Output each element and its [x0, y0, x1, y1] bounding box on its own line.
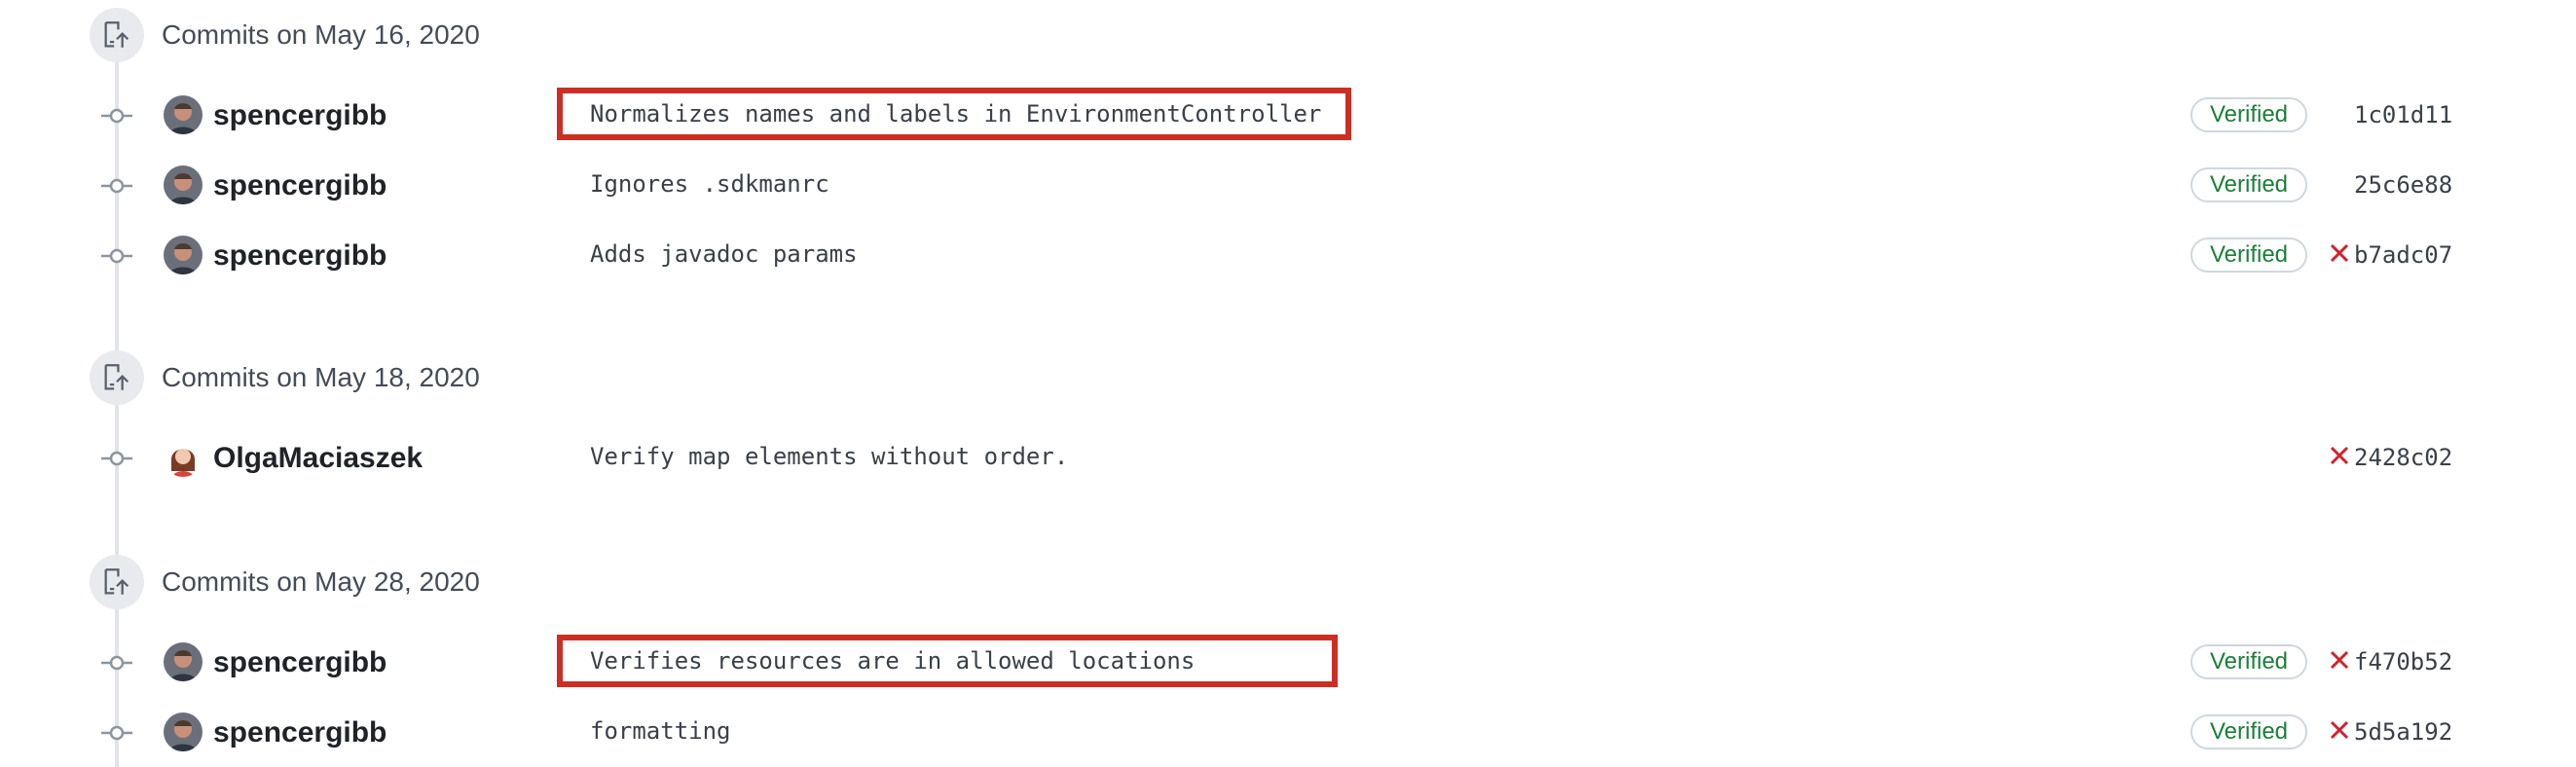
verified-badge[interactable]: Verified — [2190, 167, 2307, 202]
avatar[interactable] — [164, 438, 202, 477]
group-title: Commits on May 16, 2020 — [162, 19, 480, 50]
commit-message-box: Ignores .sdkmanrc — [557, 158, 855, 210]
verified-badge[interactable]: Verified — [2190, 714, 2307, 749]
avatar[interactable] — [164, 712, 202, 751]
commit-author-link[interactable]: spencergibb — [213, 169, 386, 202]
commit-message-link[interactable]: Normalizes names and labels in Environme… — [590, 100, 1321, 128]
commit-message-link[interactable]: Adds javadoc params — [590, 240, 858, 268]
git-commit-icon — [101, 108, 132, 124]
verified-badge[interactable]: Verified — [2190, 644, 2307, 679]
avatar[interactable] — [164, 236, 202, 274]
avatar[interactable] — [164, 165, 202, 204]
commit-group-header: Commits on May 18, 2020 — [90, 350, 480, 405]
commit-push-icon — [90, 350, 144, 405]
commit-message-highlight: Normalizes names and labels in Environme… — [557, 88, 1351, 140]
commit-group-header: Commits on May 28, 2020 — [90, 555, 480, 609]
commit-sha-link[interactable]: 25c6e88 — [2354, 171, 2452, 199]
commit-message-link[interactable]: Verify map elements without order. — [590, 443, 1068, 470]
commit-row: spencergibb Ignores .sdkmanrc Verified 2… — [0, 158, 2576, 214]
commit-sha-link[interactable]: f470b52 — [2354, 648, 2452, 676]
commit-row: spencergibb formatting Verified 5d5a192 — [0, 705, 2576, 761]
commit-author-link[interactable]: spencergibb — [213, 716, 386, 749]
x-icon[interactable] — [2327, 714, 2352, 746]
commit-push-icon — [90, 8, 144, 62]
group-title: Commits on May 18, 2020 — [162, 362, 480, 392]
commit-message-box: formatting — [557, 705, 756, 757]
commit-row: spencergibb Normalizes names and labels … — [0, 88, 2576, 144]
commit-author-link[interactable]: spencergibb — [213, 239, 386, 273]
group-title: Commits on May 28, 2020 — [162, 566, 480, 597]
commit-message-link[interactable]: Verifies resources are in allowed locati… — [590, 647, 1195, 675]
commit-group-header: Commits on May 16, 2020 — [90, 8, 480, 62]
commit-row: spencergibb Adds javadoc params Verified… — [0, 228, 2576, 284]
verified-badge[interactable]: Verified — [2190, 237, 2307, 273]
avatar[interactable] — [164, 95, 202, 134]
git-commit-icon — [101, 725, 132, 741]
x-icon[interactable] — [2327, 440, 2352, 471]
commit-message-box: Verify map elements without order. — [557, 430, 1093, 483]
avatar[interactable] — [164, 642, 202, 681]
commit-message-link[interactable]: formatting — [590, 717, 731, 745]
commit-sha-link[interactable]: 2428c02 — [2354, 444, 2452, 471]
commit-sha-link[interactable]: 5d5a192 — [2354, 718, 2452, 746]
git-commit-icon — [101, 178, 132, 194]
commit-row: OlgaMaciaszek Verify map elements withou… — [0, 430, 2576, 487]
git-commit-icon — [101, 655, 132, 671]
git-commit-icon — [101, 248, 132, 264]
git-commit-icon — [101, 451, 132, 466]
commit-row: spencergibb Verifies resources are in al… — [0, 635, 2576, 691]
verified-badge[interactable]: Verified — [2190, 97, 2307, 132]
commit-message-highlight: Verifies resources are in allowed locati… — [557, 635, 1338, 687]
commit-author-link[interactable]: spencergibb — [213, 646, 386, 679]
commit-sha-link[interactable]: 1c01d11 — [2354, 101, 2452, 128]
commit-author-link[interactable]: spencergibb — [213, 99, 386, 132]
commit-push-icon — [90, 555, 144, 609]
x-icon[interactable] — [2327, 237, 2352, 269]
x-icon[interactable] — [2327, 644, 2352, 676]
commit-message-box: Adds javadoc params — [557, 228, 883, 280]
commit-author-link[interactable]: OlgaMaciaszek — [213, 442, 423, 475]
commit-sha-link[interactable]: b7adc07 — [2354, 241, 2452, 269]
commit-message-link[interactable]: Ignores .sdkmanrc — [590, 170, 829, 198]
